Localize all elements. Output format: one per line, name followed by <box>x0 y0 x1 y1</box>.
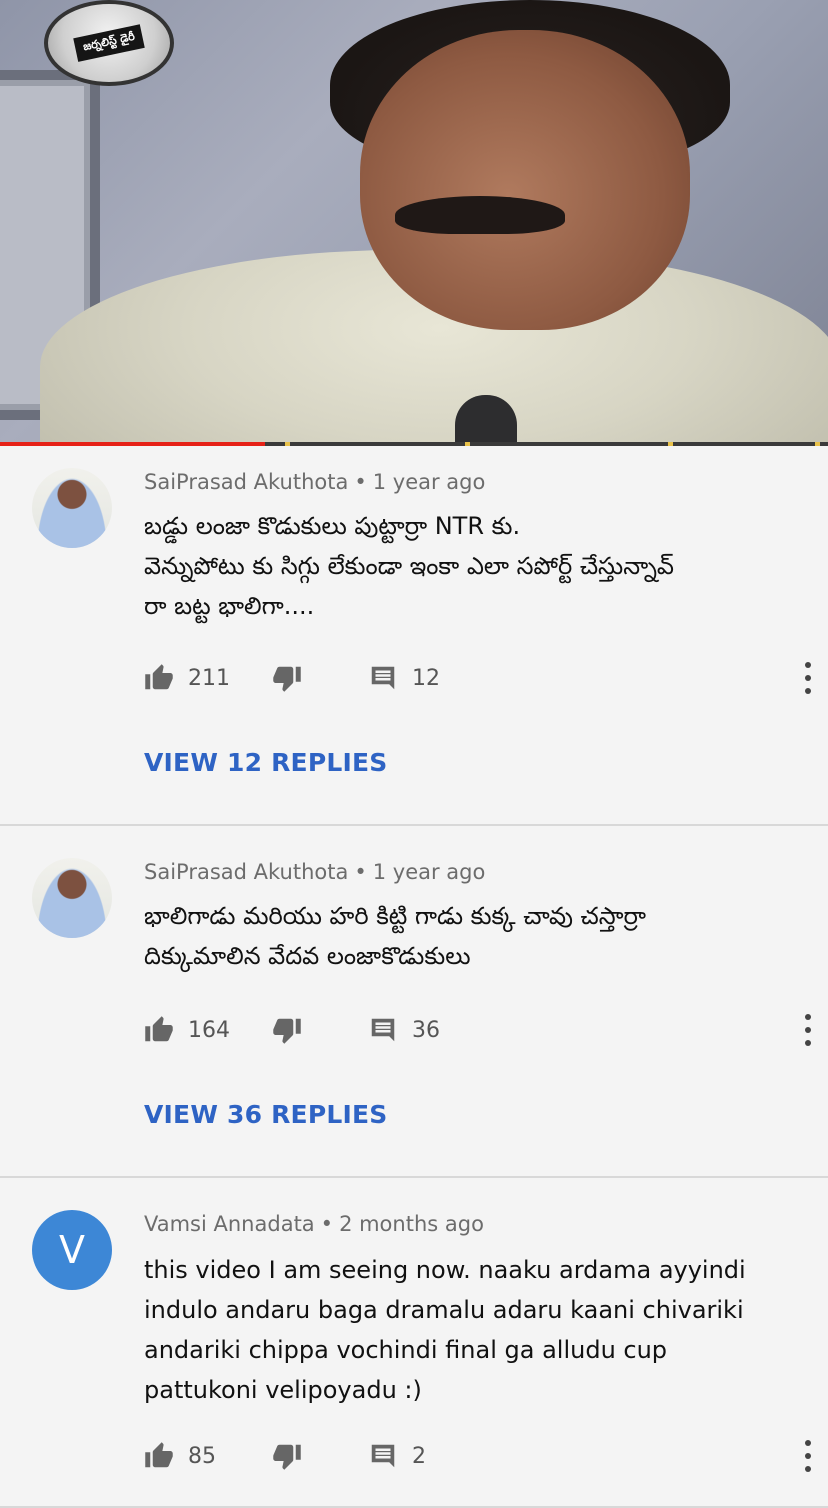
comment-actions: 211 12 <box>144 658 814 698</box>
comment-text: బడ్డు లంజా కొడుకులు పుట్టార్రా NTR కు. వ… <box>144 512 674 620</box>
reply-button[interactable]: 2 <box>368 1436 426 1476</box>
comment-item: SaiPrasad Akuthota • 1 year ago బడ్డు లంజా… <box>0 446 828 826</box>
comment-text: భాలిగాడు మరియు హరి కిట్టి గాడు కుక్క చావ… <box>144 902 647 970</box>
comment-meta: SaiPrasad Akuthota • 1 year ago <box>144 860 486 884</box>
like-button[interactable]: 164 <box>144 1010 230 1050</box>
comment-item: SaiPrasad Akuthota • 1 year ago భాలిగాడు మ… <box>0 826 828 1178</box>
comment-item: V Vamsi Annadata • 2 months ago this video… <box>0 1178 828 1508</box>
reply-count: 2 <box>412 1443 426 1469</box>
comment-meta: Vamsi Annadata • 2 months ago <box>144 1212 484 1236</box>
video-subject-mustache <box>395 196 565 234</box>
reply-button[interactable]: 36 <box>368 1010 440 1050</box>
avatar[interactable] <box>32 468 112 548</box>
channel-watermark-logo: జర్నలిస్ట్ డైరీ <box>44 0 174 86</box>
comment-meta: SaiPrasad Akuthota • 1 year ago <box>144 470 486 494</box>
avatar[interactable]: V <box>32 1210 112 1290</box>
like-button[interactable]: 211 <box>144 658 230 698</box>
like-count: 85 <box>188 1443 216 1469</box>
avatar-photo <box>32 468 112 548</box>
view-replies-link[interactable]: VIEW 12 REPLIES <box>144 748 387 777</box>
avatar-letter: V <box>32 1210 112 1290</box>
watermark-text: జర్నలిస్ట్ డైరీ <box>73 24 145 62</box>
video-subject-face <box>360 30 690 330</box>
more-vert-icon[interactable] <box>802 662 814 694</box>
reply-count: 36 <box>412 1017 440 1043</box>
comment-time: 1 year ago <box>372 860 486 884</box>
comment-icon <box>371 1018 395 1042</box>
comment-actions: 164 36 <box>144 1010 814 1050</box>
comment-author[interactable]: SaiPrasad Akuthota <box>144 470 348 494</box>
thumb-down-icon <box>273 1444 301 1470</box>
comment-author[interactable]: SaiPrasad Akuthota <box>144 860 348 884</box>
comment-icon <box>371 1444 395 1468</box>
thumb-up-icon <box>145 1442 173 1468</box>
view-replies-link[interactable]: VIEW 36 REPLIES <box>144 1100 387 1129</box>
more-vert-icon[interactable] <box>802 1440 814 1472</box>
dislike-button[interactable] <box>272 1436 302 1476</box>
thumb-up-icon <box>145 1016 173 1042</box>
like-count: 164 <box>188 1017 230 1043</box>
thumb-down-icon <box>273 666 301 692</box>
comment-icon <box>371 666 395 690</box>
comment-text: this video I am seeing now. naaku ardama… <box>144 1256 746 1404</box>
comment-time: 1 year ago <box>372 470 486 494</box>
thumb-down-icon <box>273 1018 301 1044</box>
like-button[interactable]: 85 <box>144 1436 216 1476</box>
avatar-photo <box>32 858 112 938</box>
avatar[interactable] <box>32 858 112 938</box>
comment-author[interactable]: Vamsi Annadata <box>144 1212 315 1236</box>
reply-button[interactable]: 12 <box>368 658 440 698</box>
thumb-up-icon <box>145 664 173 690</box>
video-player[interactable]: జర్నలిస్ట్ డైరీ <box>0 0 828 446</box>
more-vert-icon[interactable] <box>802 1014 814 1046</box>
comment-time: 2 months ago <box>339 1212 484 1236</box>
comment-actions: 85 2 <box>144 1436 814 1476</box>
reply-count: 12 <box>412 665 440 691</box>
dislike-button[interactable] <box>272 1010 302 1050</box>
dislike-button[interactable] <box>272 658 302 698</box>
microphone <box>455 395 517 446</box>
like-count: 211 <box>188 665 230 691</box>
